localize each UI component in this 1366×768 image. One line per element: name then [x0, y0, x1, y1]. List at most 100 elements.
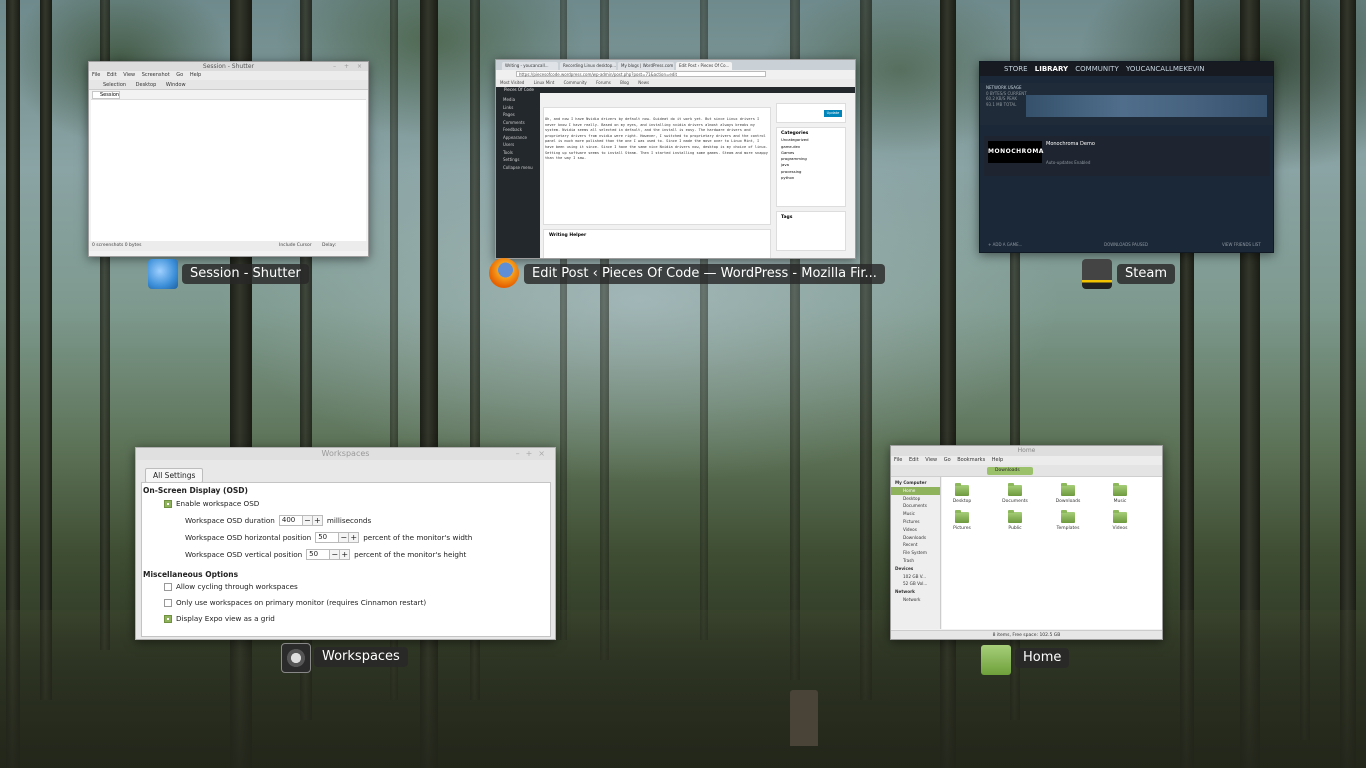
menu-bookmarks[interactable]: Bookmarks	[957, 457, 985, 463]
site-name[interactable]: Pieces Of Code	[504, 87, 534, 92]
sidebar-item[interactable]: File System	[895, 549, 940, 557]
menu-help[interactable]: Help	[992, 457, 1003, 463]
osd-horizontal-value[interactable]: 50	[315, 532, 340, 543]
wp-menu-item[interactable]: Comments	[503, 119, 540, 127]
bookmark-item[interactable]: Linux Mint	[534, 80, 555, 85]
update-button[interactable]: Update	[824, 110, 842, 117]
window-thumbnail-steam[interactable]: STORE LIBRARY COMMUNITY YOUCANCALLMEKEVI…	[979, 61, 1274, 253]
browser-tab-active[interactable]: Edit Post ‹ Pieces Of Co...	[676, 62, 732, 70]
category-item[interactable]: python	[781, 175, 845, 181]
osd-duration-value[interactable]: 400	[278, 515, 303, 526]
plus-button[interactable]: +	[348, 532, 360, 543]
menu-edit[interactable]: Edit	[909, 457, 919, 463]
folder-item[interactable]: Videos	[1100, 510, 1140, 531]
desktop-button[interactable]: Desktop	[136, 82, 157, 88]
osd-duration-spinner[interactable]: 400 − +	[278, 515, 323, 526]
wp-menu-item[interactable]: Media	[503, 96, 540, 104]
nav-community[interactable]: COMMUNITY	[1075, 65, 1118, 73]
sidebar-item-home[interactable]: Home	[891, 486, 940, 495]
path-button-downloads[interactable]: Downloads	[987, 467, 1033, 475]
wp-menu-item[interactable]: Tools	[503, 149, 540, 157]
window-caption-shutter[interactable]: Session - Shutter	[182, 264, 309, 284]
wp-menu-item[interactable]: Appearance	[503, 134, 540, 142]
window-thumbnail-home[interactable]: Home File Edit View Go Bookmarks Help Do…	[890, 445, 1163, 640]
window-thumbnail-firefox[interactable]: Writing - youcancall... Recording Linux …	[495, 59, 856, 259]
nav-store[interactable]: STORE	[1004, 65, 1028, 73]
allow-cycling-checkbox[interactable]	[164, 582, 172, 591]
folder-item[interactable]: Templates	[1048, 510, 1088, 531]
menu-go[interactable]: Go	[944, 457, 951, 463]
plus-button[interactable]: +	[339, 549, 351, 560]
post-content[interactable]: Oh, and now I have Nvidia drivers by def…	[545, 117, 770, 162]
sidebar-item[interactable]: Documents	[895, 502, 940, 510]
url-bar[interactable]: https://piecesofcode.wordpress.com/wp-ad…	[516, 71, 766, 77]
menu-screenshot[interactable]: Screenshot	[142, 72, 170, 78]
osd-vertical-spinner[interactable]: 50 − +	[306, 549, 351, 560]
all-settings-button[interactable]: All Settings	[145, 468, 204, 483]
window-thumbnail-workspaces[interactable]: Workspaces –+× All Settings On-Screen Di…	[135, 447, 556, 640]
sidebar-device[interactable]: 52 GB Vol...	[895, 580, 940, 588]
plus-button[interactable]: +	[311, 515, 323, 526]
wp-menu-item[interactable]: Users	[503, 141, 540, 149]
downloads-paused[interactable]: DOWNLOADS PAUSED	[1104, 238, 1148, 252]
bookmark-item[interactable]: Blog	[620, 80, 629, 85]
folder-item[interactable]: Music	[1100, 483, 1140, 504]
bookmark-item[interactable]: Forums	[596, 80, 611, 85]
primary-only-checkbox[interactable]	[164, 598, 172, 607]
download-item[interactable]: MONOCHROMA Monochroma Demo Auto-updates …	[984, 136, 1270, 176]
window-caption-firefox[interactable]: Edit Post ‹ Pieces Of Code — WordPress -…	[524, 264, 885, 284]
menu-go[interactable]: Go	[176, 72, 183, 78]
browser-tab[interactable]: Recording Linux desktop...	[560, 62, 616, 70]
window-caption-steam[interactable]: Steam	[1117, 264, 1175, 284]
window-controls[interactable]: –+×	[516, 448, 551, 460]
window-caption-workspaces[interactable]: Workspaces	[314, 647, 408, 667]
wp-menu-item[interactable]: Settings	[503, 156, 540, 164]
view-friends-button[interactable]: VIEW FRIENDS LIST	[1222, 238, 1261, 252]
nav-profile[interactable]: YOUCANCALLMEKEVIN	[1126, 65, 1204, 73]
menu-view[interactable]: View	[925, 457, 937, 463]
wp-menu-item[interactable]: Feedback	[503, 126, 540, 134]
selection-button[interactable]: Selection	[103, 82, 126, 88]
bookmark-item[interactable]: Community	[564, 80, 587, 85]
window-button[interactable]: Window	[166, 82, 186, 88]
folder-item[interactable]: Desktop	[942, 483, 982, 504]
menu-view[interactable]: View	[123, 72, 135, 78]
tab-session[interactable]: Session	[92, 91, 120, 99]
folder-item[interactable]: Pictures	[942, 510, 982, 531]
menu-edit[interactable]: Edit	[107, 72, 117, 78]
sidebar-network-item[interactable]: Network	[895, 596, 940, 604]
wp-menu-item[interactable]: Collapse menu	[503, 164, 540, 172]
expo-grid-checkbox[interactable]	[164, 614, 172, 623]
sidebar-item[interactable]: Pictures	[895, 518, 940, 526]
browser-tab[interactable]: My blogs | WordPress.com	[618, 62, 674, 70]
osd-horizontal-spinner[interactable]: 50 − +	[315, 532, 360, 543]
sidebar-item[interactable]: Music	[895, 510, 940, 518]
osd-vertical-value[interactable]: 50	[306, 549, 331, 560]
folder-item[interactable]: Public	[995, 510, 1035, 531]
add-game-button[interactable]: + ADD A GAME...	[988, 242, 1022, 247]
sidebar-item[interactable]: Trash	[895, 557, 940, 565]
sidebar-device[interactable]: 102 GB V...	[895, 573, 940, 581]
wp-menu-item[interactable]: Links	[503, 104, 540, 112]
categories-box: Categories Uncategorized game-dev Games …	[776, 127, 846, 207]
sidebar-item[interactable]: Recent	[895, 541, 940, 549]
folder-item[interactable]: Documents	[995, 483, 1035, 504]
include-cursor-checkbox[interactable]: Include Cursor	[279, 241, 312, 251]
sidebar-item[interactable]: Desktop	[895, 495, 940, 503]
enable-osd-checkbox[interactable]	[164, 499, 172, 508]
window-thumbnail-shutter[interactable]: Session - Shutter – + × File Edit View S…	[88, 61, 369, 257]
bookmark-item[interactable]: News	[638, 80, 649, 85]
sidebar-item[interactable]: Downloads	[895, 534, 940, 542]
window-caption-home[interactable]: Home	[1015, 648, 1070, 668]
browser-tab[interactable]: Writing - youcancall...	[502, 62, 558, 70]
osd-horizontal-row: Workspace OSD horizontal position 50 − +…	[185, 532, 472, 543]
folder-item[interactable]: Downloads	[1048, 483, 1088, 504]
wp-menu-item[interactable]: Pages	[503, 111, 540, 119]
sidebar-item[interactable]: Videos	[895, 526, 940, 534]
menu-help[interactable]: Help	[190, 72, 201, 78]
menu-file[interactable]: File	[894, 457, 902, 463]
nav-library[interactable]: LIBRARY	[1035, 65, 1068, 73]
menu-file[interactable]: File	[92, 72, 100, 78]
bookmark-item[interactable]: Most Visited	[500, 80, 524, 85]
game-status: Auto-updates Enabled	[1046, 160, 1091, 165]
